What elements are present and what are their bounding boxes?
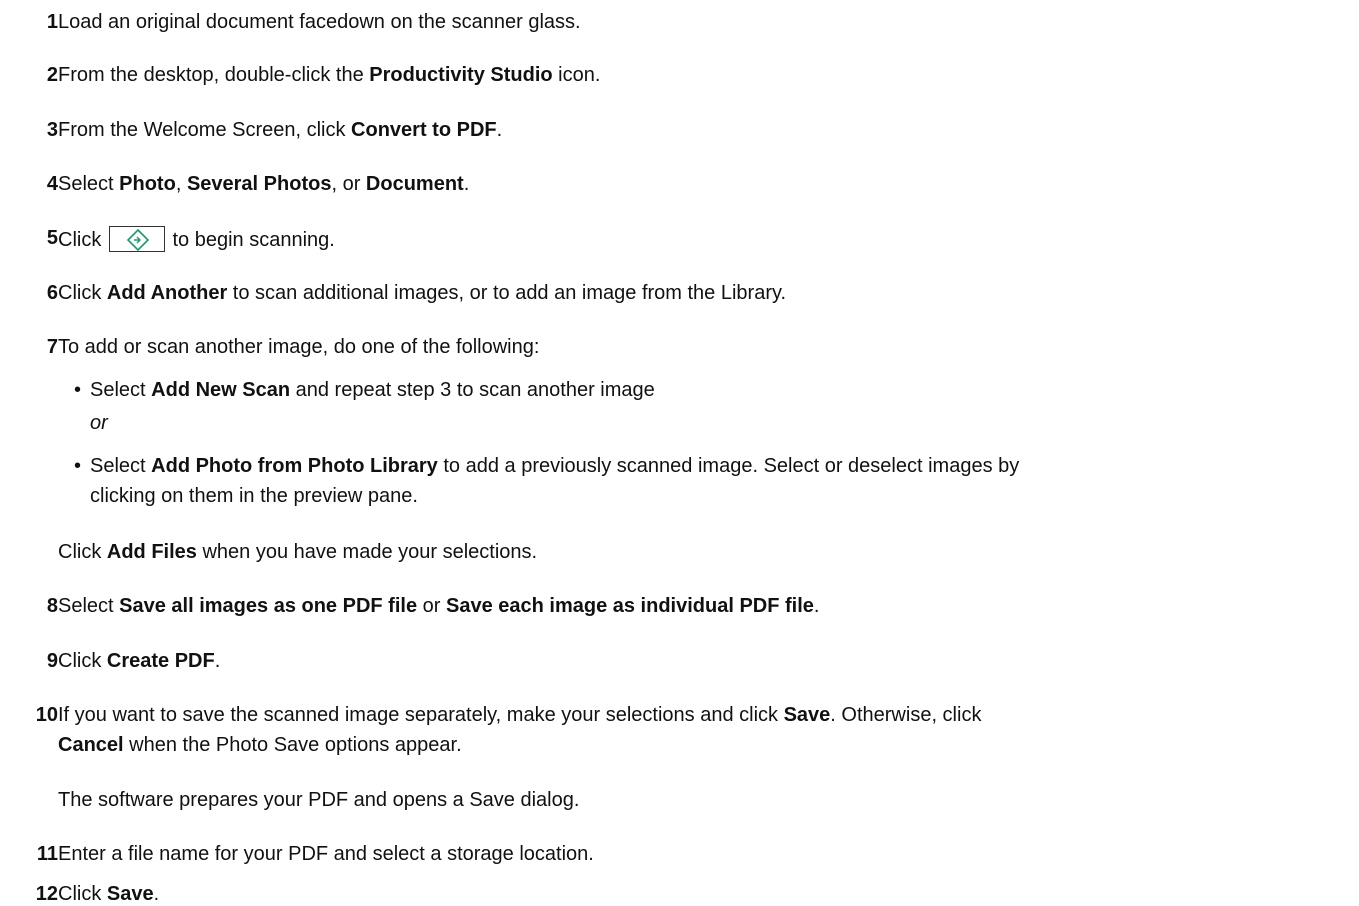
start-scan-diamond-icon xyxy=(126,229,149,251)
step-7-bullet-1: • Select Add New Scan and repeat step 3 … xyxy=(74,379,655,401)
step-number: 5 xyxy=(46,227,58,249)
step-text: Click to begin scanning. xyxy=(58,226,1351,252)
step-text: From the desktop, double-click the Produ… xyxy=(58,64,601,86)
step-7-after: Click Add Files when you have made your … xyxy=(58,541,538,563)
bullet-icon: • xyxy=(74,455,82,477)
step-number: 12 xyxy=(35,883,58,905)
step-text: Load an original document facedown on th… xyxy=(58,11,581,33)
start-scan-button[interactable] xyxy=(108,226,165,252)
step-7-bullet-2: • Select Add Photo from Photo Library to… xyxy=(74,455,1020,477)
step-text: Select Save all images as one PDF file o… xyxy=(58,595,820,617)
step-number: 4 xyxy=(46,173,58,195)
step-number: 1 xyxy=(46,11,58,33)
step-text: To add or scan another image, do one of … xyxy=(58,336,540,358)
step-text: Enter a file name for your PDF and selec… xyxy=(58,843,594,865)
step-7-or: or xyxy=(90,412,108,434)
step-10-line2: Cancel when the Photo Save options appea… xyxy=(58,734,462,756)
step-number: 3 xyxy=(46,119,58,141)
step-number: 10 xyxy=(35,704,58,726)
step-10-after: The software prepares your PDF and opens… xyxy=(58,789,580,811)
step-number: 9 xyxy=(46,650,58,672)
step-number: 8 xyxy=(46,595,58,617)
step-number: 7 xyxy=(46,336,58,358)
step-number: 2 xyxy=(46,64,58,86)
step-text: Click Create PDF. xyxy=(58,650,221,672)
bullet-icon: • xyxy=(74,379,82,401)
step-text: If you want to save the scanned image se… xyxy=(58,704,982,726)
step-7-bullet-2-line2: clicking on them in the preview pane. xyxy=(90,485,418,507)
step-text: From the Welcome Screen, click Convert t… xyxy=(58,119,503,141)
step-text: Click Save. xyxy=(58,883,160,905)
step-text: Select Photo, Several Photos, or Documen… xyxy=(58,173,470,195)
step-number: 11 xyxy=(36,843,58,865)
step-text: Click Add Another to scan additional ima… xyxy=(58,282,787,304)
step-number: 6 xyxy=(46,282,58,304)
